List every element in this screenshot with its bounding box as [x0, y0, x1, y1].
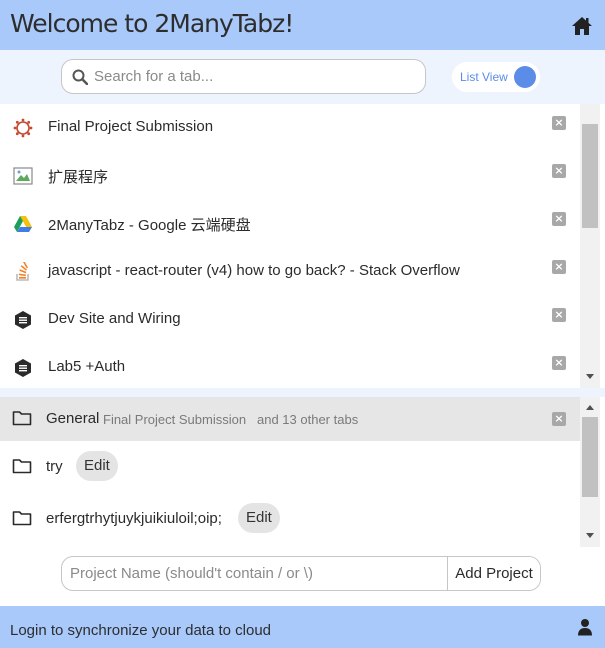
login-prompt[interactable]: Login to synchronize your data to cloud — [10, 622, 271, 639]
projects-list: General Final Project Submission and 13 … — [0, 397, 600, 547]
user-icon[interactable] — [577, 618, 593, 636]
scroll-down-icon[interactable] — [586, 374, 594, 379]
divider — [0, 388, 605, 397]
folder-icon — [12, 411, 32, 426]
tab-title: javascript - react-router (v4) how to go… — [48, 262, 460, 279]
hexagon-doc-icon — [15, 311, 31, 329]
close-tab-icon[interactable]: × — [552, 164, 566, 178]
edit-project-button[interactable]: Edit — [238, 503, 280, 533]
tab-title: Final Project Submission — [48, 118, 214, 135]
projects-scroll-thumb[interactable] — [582, 417, 598, 497]
search-box — [61, 59, 426, 94]
search-bar: List View — [0, 50, 605, 104]
stack-overflow-icon — [16, 262, 29, 281]
app-header: Welcome to 2ManyTabz! — [0, 0, 605, 50]
add-project-group: Add Project — [61, 556, 541, 591]
tabs-list: Final Project Submission × 扩展程序 × 2ManyT… — [0, 104, 600, 388]
broken-image-icon — [13, 167, 33, 185]
hexagon-doc-icon — [15, 359, 31, 377]
toggle-knob[interactable] — [514, 66, 536, 88]
app-title: Welcome to 2ManyTabz! — [10, 9, 294, 38]
tab-item[interactable]: 2ManyTabz - Google 云端硬盘 × — [0, 200, 580, 248]
tab-item[interactable]: Lab5 +Auth × — [0, 344, 580, 388]
scroll-up-icon[interactable] — [586, 405, 594, 410]
canvas-logo-icon — [13, 118, 33, 138]
project-item-try[interactable]: try Edit — [0, 445, 580, 489]
tab-title: 扩展程序 — [48, 169, 109, 186]
footer: Login to synchronize your data to cloud — [0, 606, 605, 648]
project-name: General — [46, 410, 100, 427]
project-name-input[interactable] — [62, 557, 447, 590]
tab-item[interactable]: Final Project Submission × — [0, 104, 580, 152]
project-tab-count: and 13 other tabs — [257, 412, 359, 427]
edit-project-button[interactable]: Edit — [76, 451, 118, 481]
folder-icon — [12, 511, 32, 526]
folder-icon — [12, 459, 32, 474]
close-tab-icon[interactable]: × — [552, 356, 566, 370]
project-item-general[interactable]: General Final Project Submission and 13 … — [0, 397, 580, 441]
scroll-down-icon[interactable] — [586, 533, 594, 538]
projects-scrollbar[interactable] — [580, 397, 600, 547]
list-view-label: List View — [460, 70, 508, 84]
tab-item[interactable]: javascript - react-router (v4) how to go… — [0, 248, 580, 296]
search-icon — [72, 69, 88, 85]
tab-title: Dev Site and Wiring — [48, 310, 181, 327]
tab-item[interactable]: Dev Site and Wiring × — [0, 296, 580, 344]
google-drive-icon — [14, 216, 32, 232]
project-first-tab: Final Project Submission — [103, 412, 247, 427]
search-input[interactable] — [94, 60, 419, 93]
home-icon[interactable] — [571, 16, 593, 36]
project-name: erfergtrhytjuykjuikiuloil;oip; — [46, 510, 222, 527]
tab-title: Lab5 +Auth — [48, 358, 126, 375]
add-project-area: Add Project — [0, 547, 605, 606]
delete-project-icon[interactable]: × — [552, 412, 566, 426]
project-item[interactable]: erfergtrhytjuykjuikiuloil;oip; Edit — [0, 497, 580, 541]
tab-title: 2ManyTabz - Google 云端硬盘 — [48, 217, 251, 234]
close-tab-icon[interactable]: × — [552, 212, 566, 226]
close-tab-icon[interactable]: × — [552, 308, 566, 322]
close-tab-icon[interactable]: × — [552, 260, 566, 274]
add-project-button[interactable]: Add Project — [447, 557, 540, 590]
project-name: try — [46, 458, 63, 475]
close-tab-icon[interactable]: × — [552, 116, 566, 130]
tabs-scroll-thumb[interactable] — [582, 124, 598, 228]
list-view-toggle[interactable]: List View — [452, 62, 540, 92]
tabs-scrollbar[interactable] — [580, 104, 600, 388]
tab-item[interactable]: 扩展程序 × — [0, 152, 580, 200]
